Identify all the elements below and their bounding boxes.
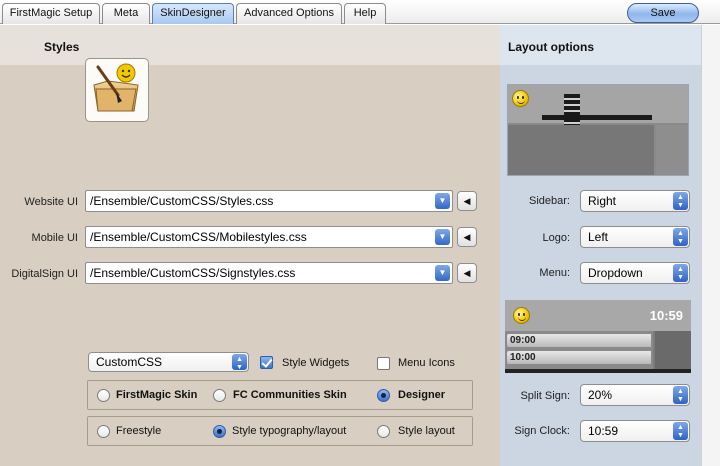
digitalsign-ui-css-value: /Ensemble/CustomCSS/Signstyles.css bbox=[90, 266, 296, 280]
layout-options-title: Layout options bbox=[508, 40, 594, 54]
up-down-arrows-icon: ▲ ▼ bbox=[673, 264, 688, 282]
sidebar-select-value: Right bbox=[588, 194, 617, 208]
split-sign-select-value: 20% bbox=[588, 388, 613, 402]
designer-label: Designer bbox=[398, 389, 446, 401]
menu-select-value: Dropdown bbox=[588, 266, 643, 280]
up-down-arrows-icon: ▲ ▼ bbox=[673, 422, 688, 440]
chevron-down-icon[interactable]: ▼ bbox=[435, 229, 450, 245]
website-ui-label: Website UI bbox=[24, 196, 78, 208]
triangle-left-icon: ◀ bbox=[463, 268, 471, 278]
fc-communities-skin-label: FC Communities Skin bbox=[233, 389, 347, 401]
radio-freestyle[interactable] bbox=[97, 425, 110, 438]
tab-bar: FirstMagic Setup Meta SkinDesigner Advan… bbox=[0, 0, 720, 24]
website-ui-reset-button[interactable]: ◀ bbox=[457, 191, 477, 211]
preview-time-slot: 09:00 bbox=[506, 333, 652, 348]
menu-label: Menu: bbox=[539, 267, 570, 279]
digitalsign-ui-label: DigitalSign UI bbox=[11, 268, 78, 280]
preview-clock: 10:59 bbox=[649, 308, 683, 323]
up-down-arrows-icon: ▲ ▼ bbox=[673, 386, 688, 404]
sign-clock-select[interactable]: 10:59 ▲ ▼ bbox=[580, 420, 690, 442]
sign-clock-label: Sign Clock: bbox=[514, 425, 570, 437]
preview-time-slot: 10:00 bbox=[506, 350, 652, 365]
styles-title: Styles bbox=[44, 40, 80, 54]
sign-clock-select-value: 10:59 bbox=[588, 424, 619, 438]
radio-designer[interactable] bbox=[377, 389, 390, 402]
radio-firstmagic-skin[interactable] bbox=[97, 389, 110, 402]
chevron-down-icon[interactable]: ▼ bbox=[435, 265, 450, 281]
logo-select[interactable]: Left ▲ ▼ bbox=[580, 226, 690, 248]
logo-select-value: Left bbox=[588, 230, 609, 244]
mobile-ui-css-value: /Ensemble/CustomCSS/Mobilestyles.css bbox=[90, 230, 307, 244]
logo-smiley-icon bbox=[512, 90, 529, 107]
tab-advanced-options[interactable]: Advanced Options bbox=[236, 3, 342, 24]
sidebar-select[interactable]: Right ▲ ▼ bbox=[580, 190, 690, 212]
style-layout-label: Style layout bbox=[398, 425, 455, 437]
style-widgets-label: Style Widgets bbox=[282, 357, 350, 369]
style-widgets-checkbox[interactable] bbox=[260, 356, 273, 369]
menu-icons-checkbox[interactable] bbox=[377, 357, 390, 370]
freestyle-label: Freestyle bbox=[116, 425, 162, 437]
scrollbar-track[interactable] bbox=[701, 25, 720, 466]
website-ui-css-field[interactable]: /Ensemble/CustomCSS/Styles.css ▼ bbox=[85, 190, 453, 212]
tab-skindesigner[interactable]: SkinDesigner bbox=[152, 3, 234, 24]
logo-smiley-icon bbox=[513, 307, 530, 324]
skin-designer-icon[interactable] bbox=[85, 58, 149, 122]
chevron-down-icon[interactable]: ▼ bbox=[435, 193, 450, 209]
folder-brush-icon bbox=[93, 63, 139, 112]
digitalsign-ui-reset-button[interactable]: ◀ bbox=[457, 263, 477, 283]
menu-select[interactable]: Dropdown ▲ ▼ bbox=[580, 262, 690, 284]
radio-style-layout[interactable] bbox=[377, 425, 390, 438]
triangle-left-icon: ◀ bbox=[463, 196, 471, 206]
style-typography-layout-label: Style typography/layout bbox=[232, 425, 347, 437]
split-sign-select[interactable]: 20% ▲ ▼ bbox=[580, 384, 690, 406]
triangle-left-icon: ◀ bbox=[463, 232, 471, 242]
save-button[interactable]: Save bbox=[627, 3, 699, 23]
up-down-arrows-icon: ▲ ▼ bbox=[232, 354, 247, 371]
tab-meta[interactable]: Meta bbox=[102, 3, 150, 24]
radio-style-typography-layout[interactable] bbox=[213, 425, 226, 438]
mobile-ui-css-field[interactable]: /Ensemble/CustomCSS/Mobilestyles.css ▼ bbox=[85, 226, 453, 248]
digitalsign-ui-css-field[interactable]: /Ensemble/CustomCSS/Signstyles.css ▼ bbox=[85, 262, 453, 284]
radio-fc-communities-skin[interactable] bbox=[213, 389, 226, 402]
web-layout-preview bbox=[507, 84, 689, 176]
logo-label: Logo: bbox=[542, 232, 570, 244]
skin-select-value: CustomCSS bbox=[96, 355, 163, 369]
up-down-arrows-icon: ▲ ▼ bbox=[673, 192, 688, 210]
digital-sign-preview: 10:59 09:00 10:00 bbox=[505, 300, 691, 373]
split-sign-label: Split Sign: bbox=[520, 390, 570, 402]
mobile-ui-label: Mobile UI bbox=[31, 232, 78, 244]
website-ui-css-value: /Ensemble/CustomCSS/Styles.css bbox=[90, 194, 274, 208]
menu-icons-label: Menu Icons bbox=[398, 357, 455, 369]
mobile-ui-reset-button[interactable]: ◀ bbox=[457, 227, 477, 247]
sidebar-label: Sidebar: bbox=[529, 195, 570, 207]
up-down-arrows-icon: ▲ ▼ bbox=[673, 228, 688, 246]
tab-help[interactable]: Help bbox=[344, 3, 386, 24]
tab-firstmagic-setup[interactable]: FirstMagic Setup bbox=[2, 3, 100, 24]
skin-select[interactable]: CustomCSS ▲ ▼ bbox=[88, 352, 249, 372]
firstmagic-skin-label: FirstMagic Skin bbox=[116, 389, 198, 401]
